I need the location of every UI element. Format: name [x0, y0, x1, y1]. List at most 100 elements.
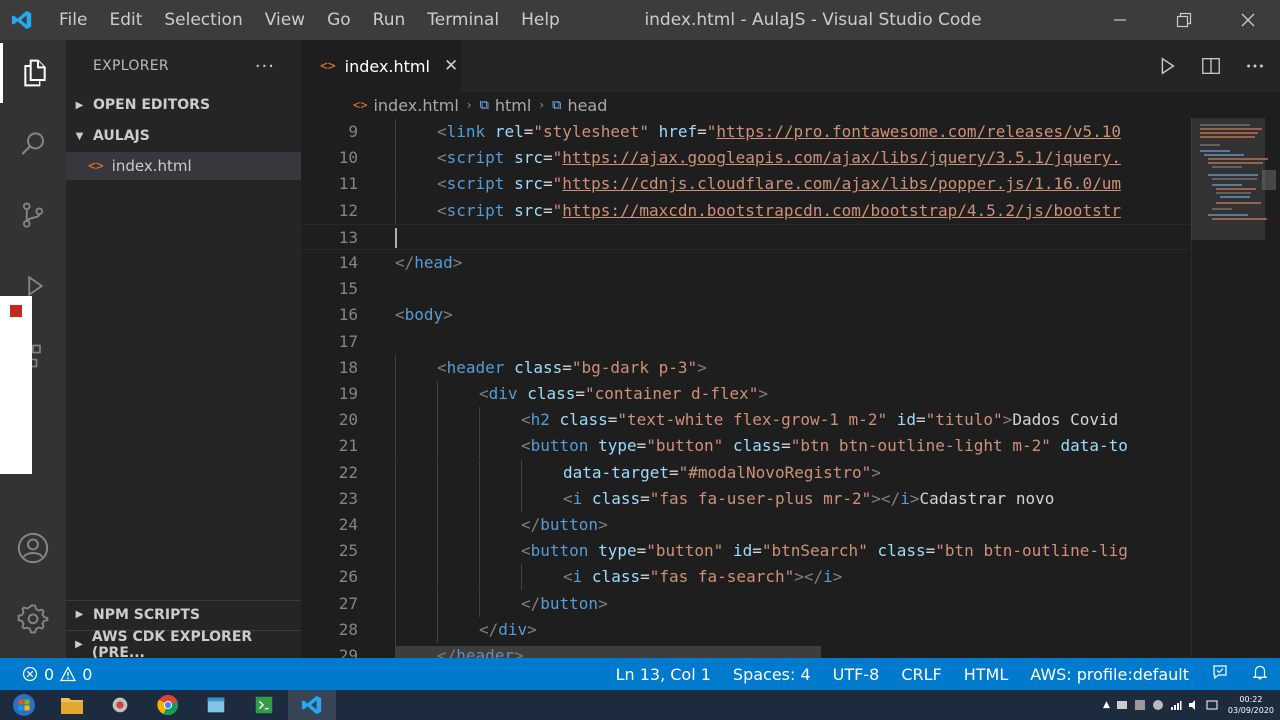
split-editor-icon[interactable]	[1200, 55, 1222, 77]
encoding[interactable]: UTF-8	[822, 665, 891, 684]
indent-guide	[479, 564, 480, 591]
menu-terminal[interactable]: Terminal	[416, 0, 510, 40]
menu-selection[interactable]: Selection	[153, 0, 253, 40]
minimap-slider[interactable]	[1191, 118, 1265, 240]
code-line[interactable]: 9 <link rel="stylesheet" href="https://pr…	[301, 119, 1191, 145]
code-line[interactable]: 28 </div>	[301, 616, 1191, 643]
restore-button[interactable]	[1152, 0, 1216, 40]
restore-icon	[1176, 12, 1192, 28]
line-number: 9	[348, 122, 358, 141]
close-tab-icon[interactable]: ✕	[444, 56, 458, 76]
indent-guide	[521, 485, 522, 512]
clock[interactable]: 00:22 03/09/2020	[1224, 694, 1274, 716]
section-aulajs[interactable]: ▼ AULAJS	[66, 122, 301, 150]
breadcrumb-file[interactable]: index.html	[373, 96, 458, 115]
activity-explorer[interactable]	[0, 43, 66, 103]
indent-guide	[395, 512, 396, 538]
code-line[interactable]: 20 <h2 class="text-white flex-grow-1 m-2"…	[301, 407, 1191, 434]
vscode-logo-icon	[0, 0, 44, 40]
network-icon[interactable]	[1170, 699, 1182, 711]
line-number: 20	[338, 410, 358, 430]
minimize-button[interactable]	[1088, 0, 1152, 40]
code-line[interactable]: 14 </head>	[301, 250, 1191, 276]
code-editor[interactable]: 9 <link rel="stylesheet" href="https://pr…	[301, 118, 1191, 658]
vertical-scrollbar[interactable]	[1262, 170, 1276, 190]
more-actions-icon[interactable]	[1244, 55, 1266, 77]
indent-guide	[479, 512, 480, 538]
breadcrumb-head[interactable]: head	[567, 96, 607, 115]
code-line[interactable]: 11 <script src="https://cdnjs.cloudflare.…	[301, 171, 1191, 198]
line-ending[interactable]: CRLF	[890, 665, 952, 684]
menu-help[interactable]: Help	[510, 0, 571, 40]
indent-guide	[395, 564, 396, 591]
tray-app-icon[interactable]	[1152, 699, 1164, 711]
tray-app-icon[interactable]	[1134, 699, 1146, 711]
run-file-icon[interactable]	[1156, 55, 1178, 77]
code-line[interactable]: 15	[301, 276, 1191, 302]
language-icon[interactable]	[1206, 699, 1218, 711]
section-npm-scripts[interactable]: ▶ NPM SCRIPTS	[66, 600, 301, 628]
code-line[interactable]: 27 </button>	[301, 590, 1191, 617]
more-actions-icon[interactable]: ···	[255, 56, 275, 77]
section-aws-cdk-explorer[interactable]: ▶ AWS CDK EXPLORER (PRE...	[66, 629, 301, 661]
taskbar-vscode[interactable]	[288, 690, 336, 720]
explorer-sidebar: EXPLORER ··· ▶ OPEN EDITORS ▼ AULAJS <> …	[66, 40, 301, 661]
taskbar-app-window[interactable]	[192, 690, 240, 720]
start-button[interactable]	[0, 690, 48, 720]
tray-expand-icon[interactable]: ▲	[1103, 700, 1110, 710]
activity-manage[interactable]	[0, 588, 66, 648]
code-line[interactable]: 19 <div class="container d-flex">	[301, 381, 1191, 407]
notifications-icon[interactable]	[1240, 663, 1280, 685]
tray-app-icon[interactable]	[1116, 699, 1128, 711]
code-line[interactable]: 26 <i class="fas fa-search"></i>	[301, 564, 1191, 591]
activity-source-control[interactable]	[0, 185, 66, 245]
code-line[interactable]: 17	[301, 329, 1191, 355]
indent-guide	[479, 407, 480, 434]
activity-search[interactable]	[0, 114, 66, 174]
indentation[interactable]: Spaces: 4	[722, 665, 822, 684]
close-window-button[interactable]	[1216, 0, 1280, 40]
menu-edit[interactable]: Edit	[98, 0, 153, 40]
taskbar-app-green[interactable]	[240, 690, 288, 720]
sheet-icon	[255, 696, 273, 714]
line-number: 21	[338, 436, 358, 456]
code-line[interactable]: 23 <i class="fas fa-user-plus mr-2"></i>C…	[301, 485, 1191, 512]
file-index-html[interactable]: <> index.html	[66, 152, 301, 180]
source-control-icon	[22, 202, 44, 228]
volume-icon[interactable]	[1188, 699, 1200, 711]
language-mode[interactable]: HTML	[953, 665, 1020, 684]
section-open-editors[interactable]: ▶ OPEN EDITORS	[66, 91, 301, 119]
code-line[interactable]: 21 <button type="button" class="btn btn-o…	[301, 433, 1191, 460]
code-line[interactable]: 24 </button>	[301, 512, 1191, 538]
file-label: index.html	[111, 157, 192, 175]
indent-guide	[479, 590, 480, 617]
taskbar-file-explorer[interactable]	[48, 690, 96, 720]
section-label: NPM SCRIPTS	[93, 606, 201, 623]
code-line[interactable]: 18 <header class="bg-dark p-3">	[301, 354, 1191, 381]
menu-run[interactable]: Run	[362, 0, 417, 40]
code-line[interactable]: 16 <body>	[301, 302, 1191, 328]
code-line[interactable]: 13	[301, 223, 1191, 250]
taskbar-chrome[interactable]	[144, 690, 192, 720]
breadcrumb-html[interactable]: html	[495, 96, 531, 115]
cursor-position[interactable]: Ln 13, Col 1	[605, 665, 722, 684]
menu-file[interactable]: File	[48, 0, 98, 40]
tab-index-html[interactable]: <> index.html ✕	[301, 40, 461, 92]
activity-accounts[interactable]	[0, 518, 66, 578]
indent-guide	[521, 459, 522, 486]
horizontal-scrollbar[interactable]	[396, 646, 821, 658]
code-text: </div>	[479, 619, 537, 639]
code-line[interactable]: 10 <script src="https://ajax.googleapis.c…	[301, 145, 1191, 172]
code-line[interactable]: 22 data-target="#modalNovoRegistro">	[301, 459, 1191, 486]
feedback-icon[interactable]	[1200, 663, 1240, 685]
line-number: 15	[338, 279, 358, 299]
menu-view[interactable]: View	[254, 0, 316, 40]
code-line[interactable]: 12 <script src="https://maxcdn.bootstrapc…	[301, 197, 1191, 224]
taskbar-app-tool[interactable]	[96, 690, 144, 720]
problems-indicator[interactable]: 0 0	[0, 665, 92, 684]
menu-go[interactable]: Go	[316, 0, 362, 40]
code-text: <h2 class="text-white flex-grow-1 m-2" i…	[521, 410, 1119, 430]
line-number: 24	[338, 515, 358, 534]
aws-profile[interactable]: AWS: profile:default	[1019, 665, 1200, 684]
code-line[interactable]: 25 <button type="button" id="btnSearch" c…	[301, 538, 1191, 565]
